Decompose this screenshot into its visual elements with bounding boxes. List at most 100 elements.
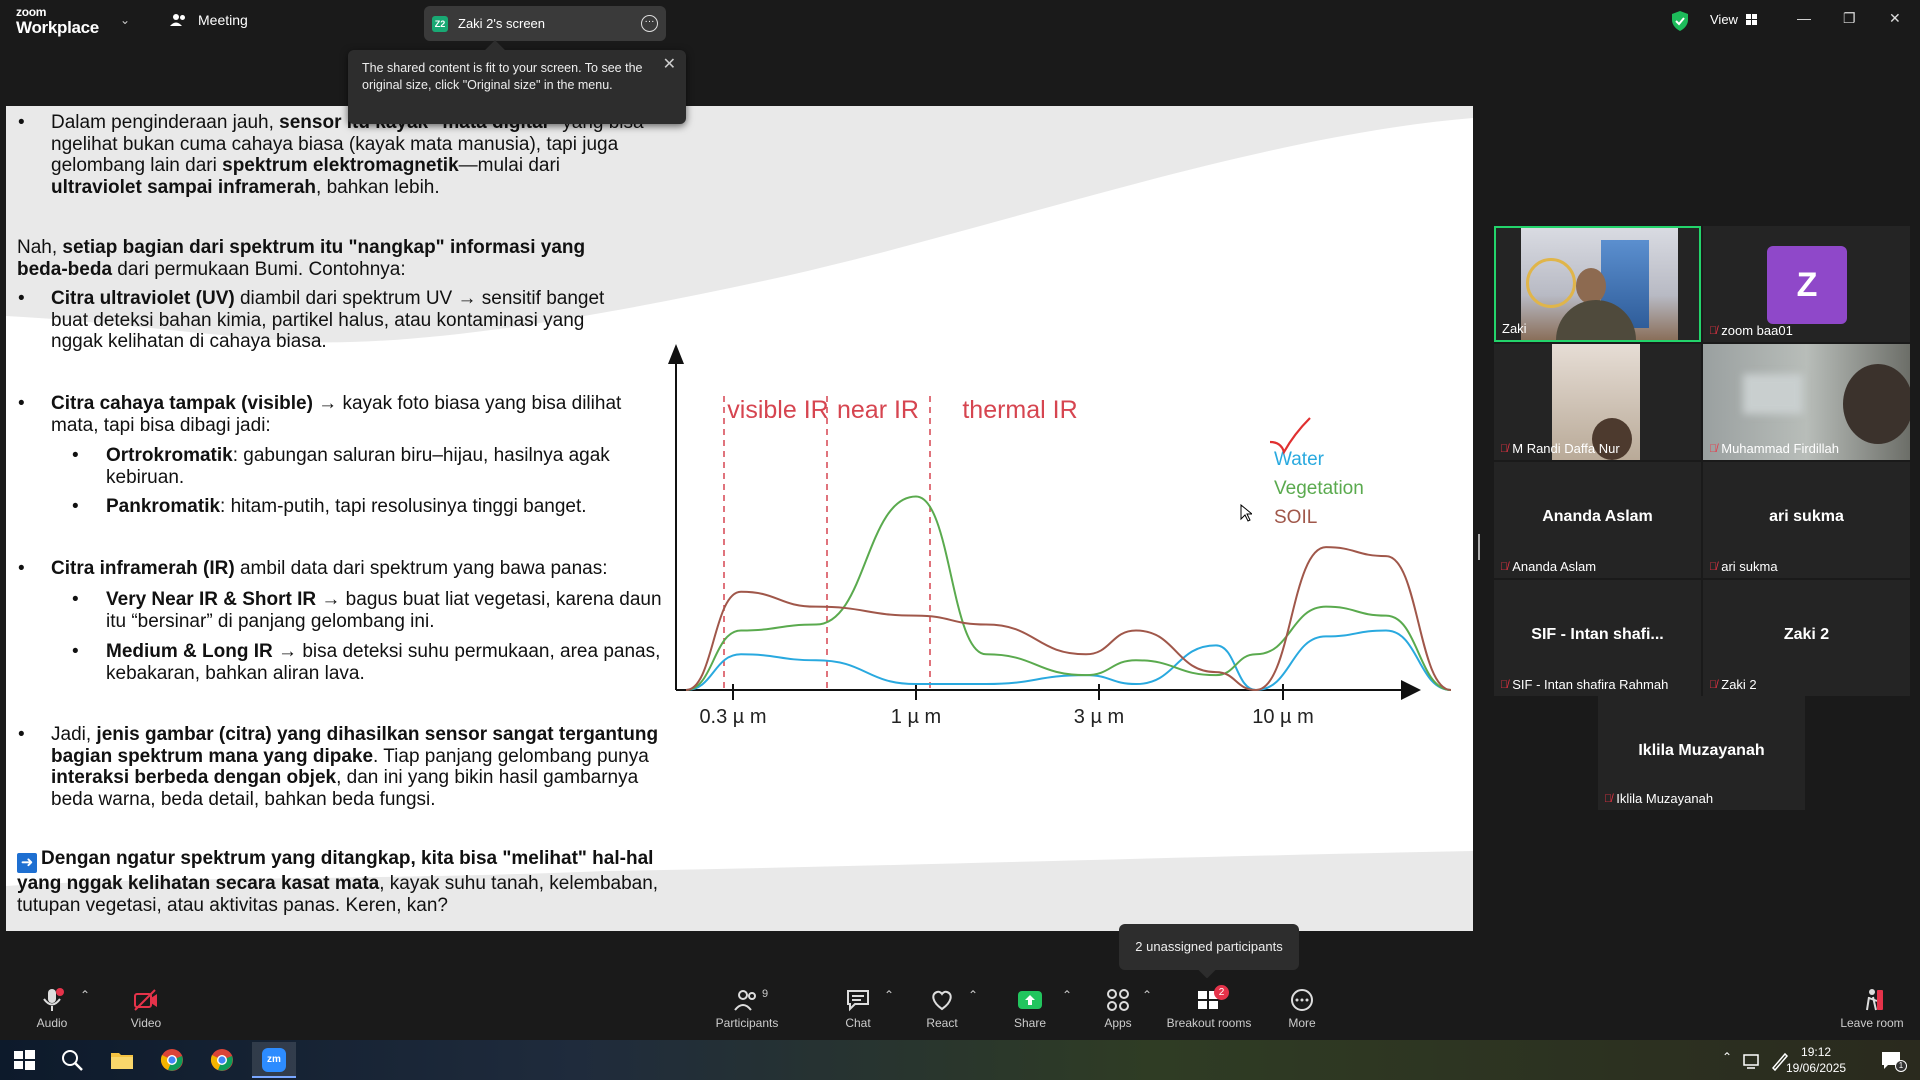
x-tick-label: 0.3 µ m — [699, 706, 766, 728]
avatar: Z — [1767, 246, 1847, 324]
series-line-vegetation — [685, 495, 1452, 691]
apps-caret-icon[interactable]: ⌃ — [1142, 988, 1152, 1002]
grid-icon — [1745, 14, 1757, 25]
item-inframerah: Citra inframerah (IR) ambil data dari sp… — [51, 558, 608, 579]
leave-label: Leave room — [1840, 1016, 1904, 1030]
more-button[interactable]: More — [1282, 988, 1322, 1030]
people-icon — [170, 14, 185, 26]
leave-room-button[interactable]: Leave room — [1836, 988, 1908, 1030]
screen-tab-label: Zaki 2's screen — [458, 16, 546, 31]
legend-entry: SOIL — [1274, 507, 1317, 528]
item-visible: Citra cahaya tampak (visible) → kayak fo… — [51, 393, 622, 436]
region-label: visible IR — [727, 396, 828, 424]
paragraph-spectrum: Nah, setiap bagian dari spektrum itu "na… — [17, 237, 586, 280]
mic-muted-icon: 🎙̸ — [1709, 442, 1718, 455]
react-caret-icon[interactable]: ⌃ — [968, 988, 978, 1002]
chat-caret-icon[interactable]: ⌃ — [884, 988, 894, 1002]
mic-muted-icon: 🎙̸ — [1604, 792, 1613, 805]
item-ortokromatik: Ortrokromatik: gabungan saluran biru–hij… — [106, 445, 610, 488]
unassigned-participants-tooltip: 2 unassigned participants — [1119, 924, 1299, 979]
close-icon[interactable]: ✕ — [1889, 10, 1901, 27]
share-label: Share — [1013, 1016, 1047, 1030]
chrome-icon[interactable] — [160, 1048, 184, 1072]
more-label: More — [1288, 1016, 1316, 1030]
meeting-toolbar: Audio ⌃ Video 9 Participants Chat ⌃ Reac… — [0, 978, 1920, 1038]
participants-button[interactable]: 9 Participants — [712, 988, 782, 1030]
participant-tile-zaki-2[interactable]: Zaki 2 🎙̸ Zaki 2 — [1703, 580, 1910, 696]
meeting-button[interactable]: Meeting — [170, 12, 248, 28]
screen-share-tab[interactable]: Z2 Zaki 2's screen ··· — [424, 6, 666, 41]
paragraph-final: ➜ Dengan ngatur spektrum yang ditangkap, … — [17, 848, 659, 916]
leave-icon — [1866, 989, 1883, 1011]
breakout-rooms-button[interactable]: 2 Breakout rooms — [1164, 985, 1254, 1030]
windows-start-icon[interactable] — [12, 1048, 36, 1072]
participant-display-name: SIF - Intan shafi... — [1531, 626, 1664, 643]
participant-tile-ananda-aslam[interactable]: Ananda Aslam 🎙̸ Ananda Aslam — [1494, 462, 1701, 578]
zoom-taskbar-icon[interactable]: zm — [252, 1042, 296, 1078]
breakout-badge: 2 — [1214, 985, 1229, 1000]
share-caret-icon[interactable]: ⌃ — [1062, 988, 1072, 1002]
fit-to-screen-tooltip: The shared content is fit to your screen… — [348, 40, 686, 124]
participant-name: SIF - Intan shafira Rahmah — [1512, 677, 1669, 692]
restore-icon[interactable]: ❐ — [1843, 10, 1856, 27]
participant-tile-zoom-baa01[interactable]: Z 🎙̸ zoom baa01 — [1703, 226, 1910, 342]
breakout-label: Breakout rooms — [1166, 1016, 1252, 1030]
react-label: React — [926, 1016, 958, 1030]
participant-name: Iklila Muzayanah — [1616, 791, 1714, 806]
arrow-right-icon: ➜ — [17, 853, 37, 873]
apps-button[interactable]: Apps — [1098, 988, 1138, 1030]
audio-caret-icon[interactable]: ⌃ — [80, 988, 90, 1002]
tray-chevron-icon[interactable]: ⌃ — [1722, 1050, 1732, 1064]
system-clock[interactable]: 19:12 19/06/2025 — [1786, 1044, 1846, 1076]
series-line-water — [685, 629, 1452, 692]
meeting-label: Meeting — [198, 12, 248, 28]
x-tick-label: 1 µ m — [891, 706, 941, 728]
file-explorer-icon[interactable] — [110, 1048, 134, 1072]
mic-muted-icon: 🎙̸ — [1500, 442, 1509, 455]
paragraph-sensor: Dalam penginderaan jauh, sensor itu kaya… — [51, 112, 644, 198]
video-feed — [1521, 228, 1678, 340]
participant-tile-muhammad-firdillah[interactable]: 🎙̸ Muhammad Firdillah — [1703, 344, 1910, 460]
view-button[interactable]: View — [1710, 12, 1757, 27]
tooltip-text: The shared content is fit to your screen… — [362, 61, 643, 92]
item-pankromatik: Pankromatik: hitam-putih, tapi resolusin… — [106, 496, 587, 517]
participants-count: 9 — [762, 988, 769, 1000]
participant-name: Zaki 2 — [1721, 677, 1757, 692]
share-button[interactable]: Share — [1010, 988, 1050, 1030]
region-label: thermal IR — [962, 396, 1077, 424]
audio-label: Audio — [36, 1016, 68, 1030]
clock-date: 19/06/2025 — [1786, 1061, 1847, 1075]
chat-label: Chat — [845, 1016, 871, 1030]
clock-time: 19:12 — [1801, 1045, 1832, 1059]
participant-tile-iklila[interactable]: Iklila Muzayanah 🎙̸ Iklila Muzayanah — [1598, 696, 1805, 810]
network-icon[interactable] — [1742, 1048, 1762, 1072]
more-options-icon[interactable]: ··· — [641, 15, 658, 32]
logo-line2: Workplace — [16, 18, 99, 37]
share-screen-icon — [1018, 991, 1042, 1009]
participant-tile-ari-sukma[interactable]: ari sukma 🎙̸ ari sukma — [1703, 462, 1910, 578]
participant-display-name: Ananda Aslam — [1542, 508, 1653, 525]
react-button[interactable]: React — [920, 988, 964, 1030]
shield-check-icon[interactable] — [1672, 11, 1688, 31]
legend-entry: Vegetation — [1274, 478, 1364, 499]
video-off-icon — [134, 989, 157, 1011]
chrome-profile-icon[interactable] — [210, 1048, 234, 1072]
panel-splitter[interactable] — [1478, 534, 1480, 560]
participant-tile-m-randi[interactable]: 🎙̸ M Randi Daffa Nur — [1494, 344, 1701, 460]
participant-tile-sif-intan[interactable]: SIF - Intan shafi... 🎙̸ SIF - Intan shafi… — [1494, 580, 1701, 696]
participant-tile-zaki[interactable]: Zaki — [1494, 226, 1701, 342]
microphone-icon — [43, 988, 64, 1011]
chat-icon — [847, 990, 869, 1012]
item-mlir: Medium & Long IR → bisa deteksi suhu per… — [106, 641, 661, 684]
chevron-down-icon[interactable]: ⌄ — [120, 13, 130, 27]
item-uv: Citra ultraviolet (UV) diambil dari spek… — [51, 288, 605, 352]
chat-button[interactable]: Chat — [838, 988, 878, 1030]
audio-button[interactable]: Audio — [32, 988, 72, 1030]
search-icon[interactable] — [60, 1048, 84, 1072]
x-tick-label: 3 µ m — [1074, 706, 1124, 728]
close-tooltip-icon[interactable]: ✕ — [663, 56, 676, 73]
participant-display-name: ari sukma — [1769, 508, 1844, 525]
video-button[interactable]: Video — [126, 988, 166, 1030]
minimize-icon[interactable]: — — [1797, 10, 1811, 26]
participant-display-name: Zaki 2 — [1783, 626, 1830, 643]
